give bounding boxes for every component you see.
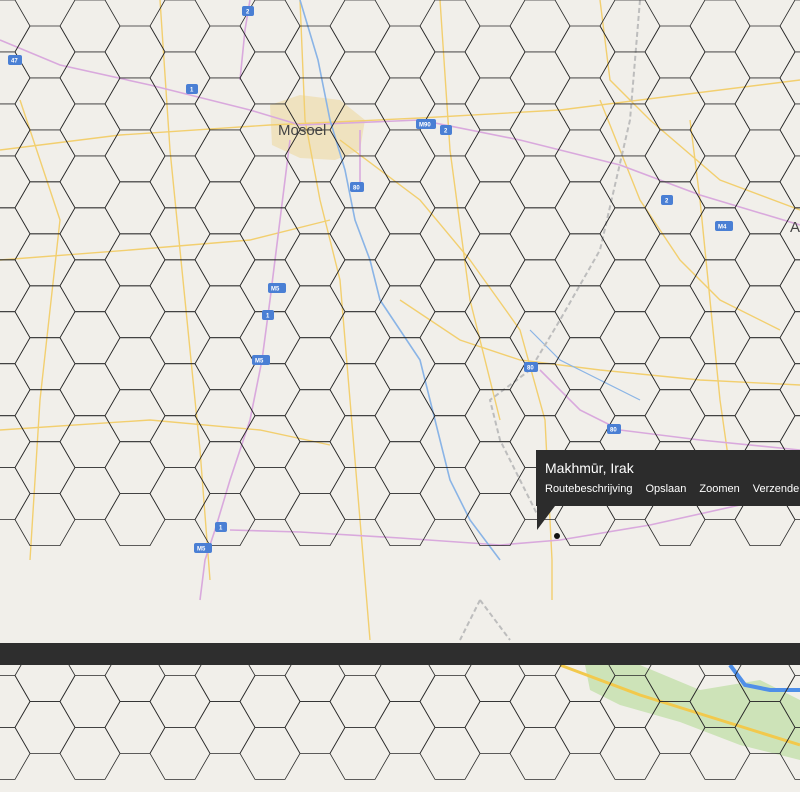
svg-text:M5: M5 xyxy=(197,547,206,553)
send-link[interactable]: Verzenden xyxy=(753,483,800,495)
road-shield-47: 47 xyxy=(8,55,22,65)
road-shield-m5: M5 xyxy=(268,283,286,293)
svg-text:M5: M5 xyxy=(271,287,280,293)
zoom-link[interactable]: Zoomen xyxy=(699,483,739,495)
map-background xyxy=(0,0,800,800)
road-shield-1: 1 xyxy=(262,310,274,320)
bottom-strip xyxy=(0,792,800,800)
map-divider-bar xyxy=(0,643,800,665)
svg-text:80: 80 xyxy=(610,428,617,434)
map-canvas[interactable]: Mosoel A 47 1 2 M90 2 80 2 M4 M5 1 M5 80… xyxy=(0,0,800,800)
road-shield-80: 80 xyxy=(607,424,621,434)
popup-title: Makhmūr, Irak xyxy=(545,460,634,476)
city-label-edge: A xyxy=(790,219,800,236)
svg-text:80: 80 xyxy=(527,366,534,372)
road-shield-m5: M5 xyxy=(252,355,270,365)
road-shield-2: 2 xyxy=(242,6,254,16)
road-shield-m5: M5 xyxy=(194,543,212,553)
svg-text:47: 47 xyxy=(11,59,18,65)
svg-text:80: 80 xyxy=(353,186,360,192)
road-shield-80: 80 xyxy=(350,182,364,192)
location-pin-icon[interactable] xyxy=(554,533,560,539)
location-popup: Makhmūr, Irak Routebeschrijving Opslaan … xyxy=(536,450,800,506)
popup-pointer xyxy=(537,506,555,530)
save-link[interactable]: Opslaan xyxy=(645,483,686,495)
city-label-mosoel[interactable]: Mosoel xyxy=(278,122,326,139)
svg-text:M4: M4 xyxy=(718,225,727,231)
directions-link[interactable]: Routebeschrijving xyxy=(545,483,632,495)
popup-actions: Routebeschrijving Opslaan Zoomen Verzend… xyxy=(545,483,800,495)
road-shield-1: 1 xyxy=(215,522,227,532)
road-shield-m4: M4 xyxy=(715,221,733,231)
road-shield-2: 2 xyxy=(440,125,452,135)
road-shield-1: 1 xyxy=(186,84,198,94)
road-shield-m90: M90 xyxy=(416,119,436,129)
svg-text:M5: M5 xyxy=(255,359,264,365)
svg-text:M90: M90 xyxy=(419,123,431,129)
road-shield-80: 80 xyxy=(524,362,538,372)
road-shield-2: 2 xyxy=(661,195,673,205)
